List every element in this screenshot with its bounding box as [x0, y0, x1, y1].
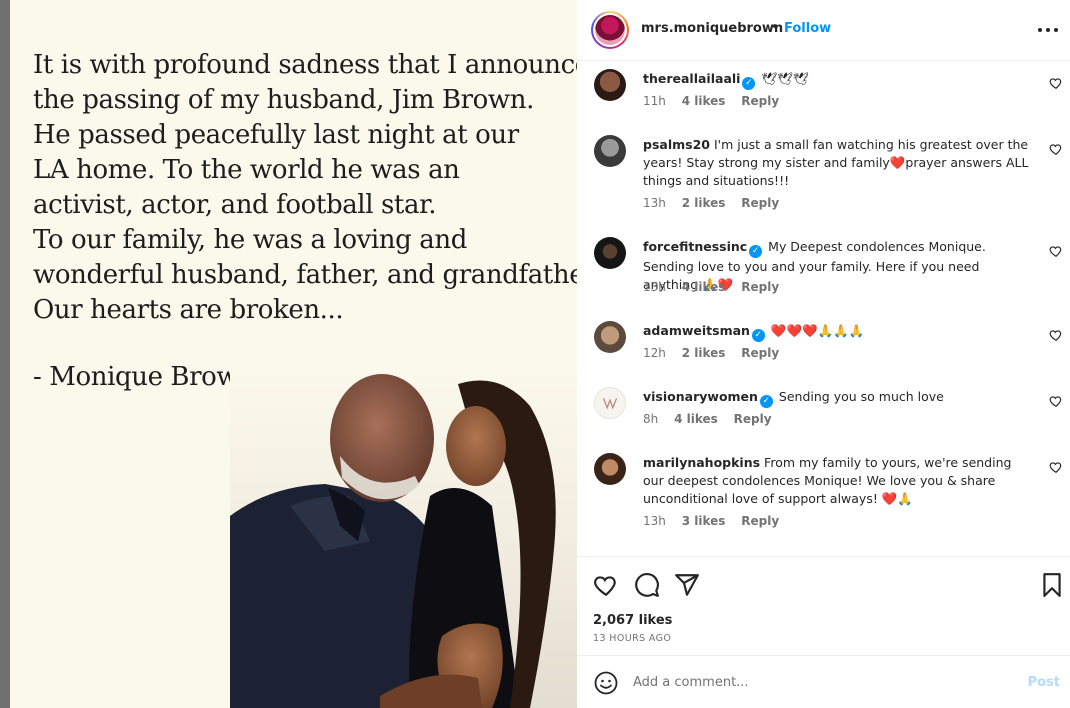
page-edge-strip: [0, 0, 10, 708]
comment-time: 13h: [643, 280, 666, 294]
comment-meta: 13h 2 likes Reply: [643, 196, 791, 210]
commenter-avatar[interactable]: [594, 69, 626, 101]
comment-meta: 13h 3 likes Reply: [643, 514, 791, 528]
comment-body: 🕊🕊🕊: [761, 71, 810, 86]
comment-time: 13h: [643, 196, 666, 210]
verified-badge-icon: ✓: [751, 329, 765, 342]
comment-list[interactable]: thereallailaali ✓ 🕊🕊🕊 11h 4 likes Reply p…: [577, 61, 1070, 556]
commenter-avatar[interactable]: [594, 237, 626, 269]
commenter-avatar[interactable]: [594, 135, 626, 167]
reply-button[interactable]: Reply: [741, 280, 779, 294]
announcement-line: He passed peacefully last night at our: [33, 120, 519, 150]
comment-username[interactable]: forcefitnessinc: [643, 239, 747, 254]
comment-body: Sending you so much love: [778, 389, 944, 404]
reply-button[interactable]: Reply: [741, 514, 779, 528]
comment-likes[interactable]: 2 likes: [682, 346, 726, 360]
post-actions: 2,067 likes 13 HOURS AGO: [577, 556, 1070, 656]
comment-likes[interactable]: 3 likes: [682, 514, 726, 528]
comment-bubble-icon[interactable]: [634, 572, 660, 598]
announcement-line: LA home. To the world he was an: [33, 155, 460, 185]
like-comment-heart-icon[interactable]: [1049, 460, 1063, 474]
comments-panel: mrs.moniquebrown • Follow thereallailaal…: [577, 0, 1070, 708]
like-comment-heart-icon[interactable]: [1049, 244, 1063, 258]
verified-badge-icon: ✓: [742, 77, 756, 90]
announcement-text: It is with profound sadness that I annou…: [33, 48, 577, 328]
announcement-line: It is with profound sadness that I annou…: [33, 50, 577, 80]
like-comment-heart-icon[interactable]: [1049, 142, 1063, 156]
comment-username[interactable]: visionarywomen: [643, 389, 758, 404]
share-paper-plane-icon[interactable]: [674, 572, 700, 598]
reply-button[interactable]: Reply: [741, 94, 779, 108]
comment-username[interactable]: thereallailaali: [643, 71, 740, 86]
announcement-line: wonderful husband, father, and grandfath…: [33, 260, 577, 290]
verified-badge-icon: ✓: [749, 245, 763, 258]
post-timestamp: 13 HOURS AGO: [593, 633, 672, 644]
likes-count[interactable]: 2,067 likes: [593, 613, 672, 628]
like-heart-icon[interactable]: [593, 572, 619, 598]
comment-username[interactable]: marilynahopkins: [643, 455, 760, 470]
reply-button[interactable]: Reply: [741, 196, 779, 210]
comment-username[interactable]: adamweitsman: [643, 323, 750, 338]
post-username[interactable]: mrs.moniquebrown: [641, 21, 783, 36]
announcement-line: To our family, he was a loving and: [33, 225, 467, 255]
save-bookmark-icon[interactable]: [1039, 572, 1065, 598]
comment-meta: 8h 4 likes Reply: [643, 412, 784, 426]
follow-button[interactable]: Follow: [784, 21, 831, 36]
separator-dot: •: [771, 20, 779, 35]
comment-input[interactable]: [633, 671, 993, 693]
like-comment-heart-icon[interactable]: [1049, 328, 1063, 342]
post-header: mrs.moniquebrown • Follow: [577, 0, 1070, 61]
signature: - Monique Brown: [33, 362, 255, 392]
reply-button[interactable]: Reply: [741, 346, 779, 360]
visionary-women-logo[interactable]: [594, 387, 626, 419]
announcement-line: activist, actor, and football star.: [33, 190, 437, 220]
verified-badge-icon: ✓: [759, 395, 773, 408]
post-image[interactable]: It is with profound sadness that I annou…: [10, 0, 577, 708]
add-comment-bar: Post: [577, 657, 1070, 708]
comment-meta: 12h 2 likes Reply: [643, 346, 791, 360]
announcement-line: Our hearts are broken...: [33, 295, 344, 325]
commenter-avatar[interactable]: [594, 453, 626, 485]
more-options-icon[interactable]: [1038, 20, 1058, 40]
commenter-avatar[interactable]: [594, 321, 626, 353]
like-comment-heart-icon[interactable]: [1049, 76, 1063, 90]
comment-likes[interactable]: 2 likes: [682, 196, 726, 210]
comment-meta: 11h 4 likes Reply: [643, 94, 791, 108]
comment-time: 8h: [643, 412, 659, 426]
comment-time: 13h: [643, 514, 666, 528]
comment-username[interactable]: psalms20: [643, 137, 710, 152]
comment-body: ❤️❤️❤️🙏🙏🙏: [770, 323, 865, 338]
profile-photo: [595, 15, 625, 45]
comment-likes[interactable]: 4 likes: [674, 412, 718, 426]
comment-meta: 13h 4 likes Reply: [643, 280, 791, 294]
like-comment-heart-icon[interactable]: [1049, 394, 1063, 408]
comment-time: 12h: [643, 346, 666, 360]
comment-likes[interactable]: 4 likes: [682, 94, 726, 108]
comment-time: 11h: [643, 94, 666, 108]
reply-button[interactable]: Reply: [734, 412, 772, 426]
comment-likes[interactable]: 4 likes: [682, 280, 726, 294]
post-comment-button[interactable]: Post: [1028, 675, 1060, 690]
announcement-line: the passing of my husband, Jim Brown.: [33, 85, 534, 115]
couple-photo: [230, 366, 577, 708]
avatar[interactable]: [591, 11, 629, 49]
emoji-icon[interactable]: [594, 671, 618, 695]
